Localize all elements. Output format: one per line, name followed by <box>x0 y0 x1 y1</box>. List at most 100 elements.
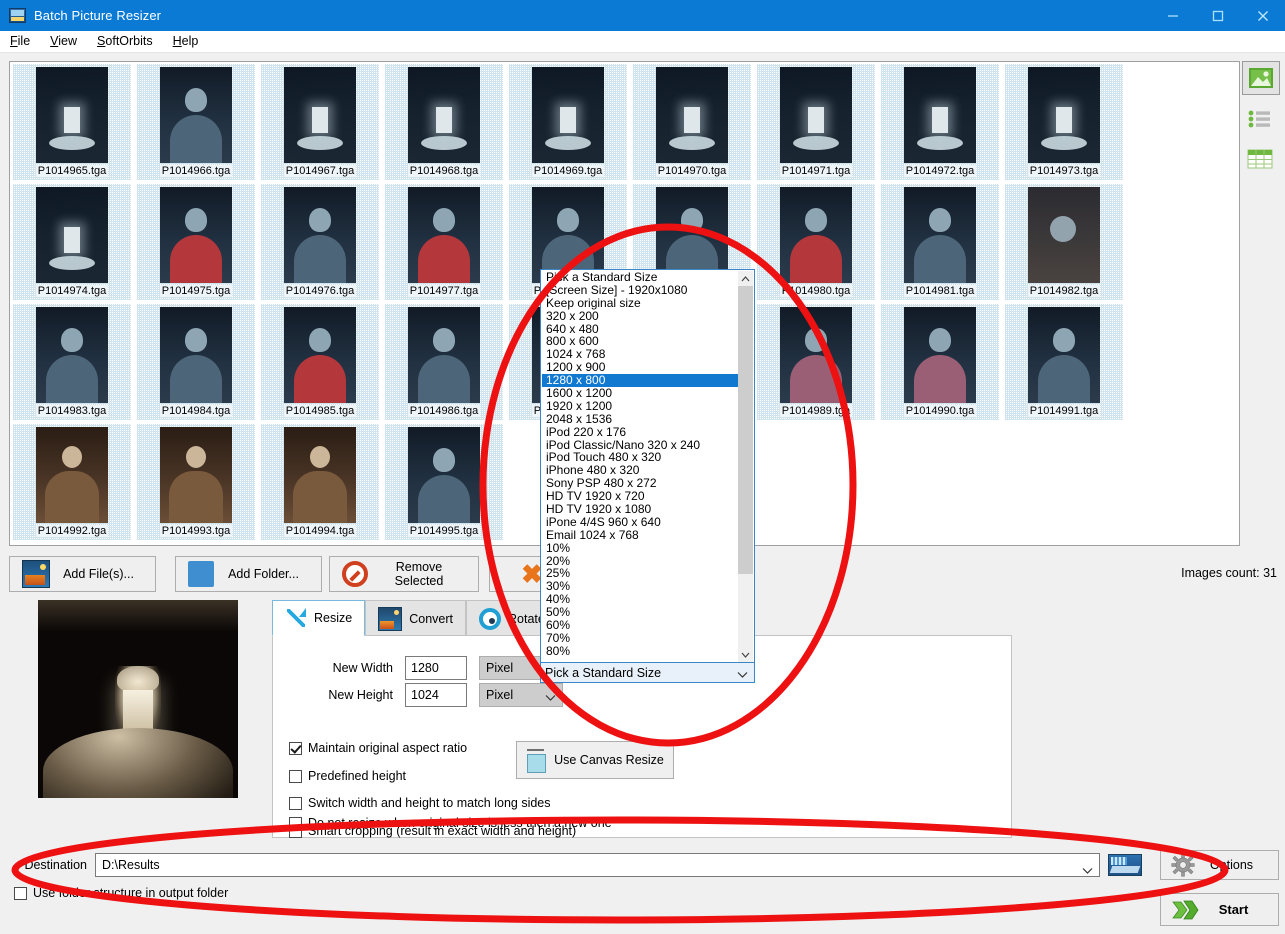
standard-size-combobox[interactable]: Pick a Standard Size <box>540 662 755 683</box>
thumbnail-item[interactable]: P1014974.tga <box>10 182 134 302</box>
thumbnail-item[interactable]: P1014966.tga <box>134 62 258 182</box>
thumbnail-item[interactable]: P1014994.tga <box>258 422 382 542</box>
dropdown-option[interactable]: 70% <box>542 632 740 645</box>
thumbnail-image <box>160 427 232 523</box>
checkbox-do-not-resize[interactable]: Do not resize when original size is less… <box>289 816 612 830</box>
thumbnail-item[interactable]: P1014965.tga <box>10 62 134 182</box>
thumbnail-item[interactable]: P1014973.tga <box>1002 62 1126 182</box>
thumbnail-item[interactable]: P1014975.tga <box>134 182 258 302</box>
maximize-button[interactable] <box>1195 0 1240 31</box>
thumbnail-item[interactable]: P1014971.tga <box>754 62 878 182</box>
menu-item-help[interactable]: Help <box>163 31 209 52</box>
checkbox-predefined-height[interactable]: Predefined height <box>289 769 406 783</box>
thumbnail-item[interactable]: P1014995.tga <box>382 422 506 542</box>
checkbox-maintain-aspect[interactable]: Maintain original aspect ratio <box>289 741 467 755</box>
thumbnail-caption: P1014993.tga <box>159 525 233 537</box>
dropdown-option[interactable]: 1600 x 1200 <box>542 387 740 400</box>
thumbnail-caption: P1014973.tga <box>1027 165 1101 177</box>
thumbnail-item[interactable]: P1014982.tga <box>1002 182 1126 302</box>
thumbnail-view-icon[interactable] <box>1242 61 1280 95</box>
dropdown-option[interactable]: Email 1024 x 768 <box>542 528 740 542</box>
dropdown-option[interactable]: HD TV 1920 x 1080 <box>542 503 740 516</box>
browse-folder-button[interactable] <box>1105 852 1145 878</box>
remove-selected-button[interactable]: Remove Selected <box>329 556 479 592</box>
new-height-input[interactable]: 1024 <box>405 683 467 707</box>
thumbnail-item[interactable]: P1014972.tga <box>878 62 1002 182</box>
scroll-down-icon[interactable] <box>738 647 753 662</box>
dropdown-option[interactable]: 320 x 200 <box>542 309 740 323</box>
dropdown-option[interactable]: 20% <box>542 554 740 568</box>
thumbnail-item[interactable]: P1014985.tga <box>258 302 382 422</box>
dropdown-option[interactable]: iPone 4/4S 960 x 640 <box>542 516 740 529</box>
add-folder-button[interactable]: Add Folder... <box>175 556 322 592</box>
thumbnail-caption: P1014966.tga <box>159 165 233 177</box>
image-preview <box>38 600 238 798</box>
new-width-input[interactable]: 1280 <box>405 656 467 680</box>
options-button[interactable]: Options <box>1160 850 1279 880</box>
thumbnail-item[interactable]: P1014983.tga <box>10 302 134 422</box>
menu-item-file[interactable]: File <box>0 31 40 52</box>
thumbnail-item[interactable]: P1014992.tga <box>10 422 134 542</box>
thumbnail-image <box>36 427 108 523</box>
checkbox-switch-dimensions[interactable]: Switch width and height to match long si… <box>289 796 551 810</box>
window-controls <box>1150 0 1285 31</box>
dropdown-option[interactable]: 40% <box>542 593 740 606</box>
dropdown-option[interactable]: iPod 220 x 176 <box>542 425 740 439</box>
add-files-button[interactable]: Add File(s)... <box>9 556 156 592</box>
thumbnail-item[interactable]: P1014980.tga <box>754 182 878 302</box>
thumbnail-caption: P1014974.tga <box>35 285 109 297</box>
details-view-icon[interactable] <box>1242 143 1278 175</box>
thumbnail-item[interactable]: P1014969.tga <box>506 62 630 182</box>
menu-item-view[interactable]: View <box>40 31 87 52</box>
tab-convert[interactable]: Convert <box>365 600 466 636</box>
thumbnail-image <box>284 427 356 523</box>
chevron-down-icon[interactable] <box>1082 860 1093 882</box>
new-height-unit-select[interactable]: Pixel <box>479 683 563 707</box>
list-view-icon[interactable] <box>1242 103 1278 135</box>
dropdown-option[interactable]: [Screen Size] - 1920x1080 <box>542 283 740 297</box>
dropdown-option[interactable]: 30% <box>542 580 740 593</box>
dropdown-option[interactable]: 50% <box>542 606 740 619</box>
dropdown-option[interactable]: 60% <box>542 619 740 632</box>
dropdown-option[interactable]: 25% <box>542 567 740 580</box>
thumbnail-caption: P1014965.tga <box>35 165 109 177</box>
thumbnail-image <box>1028 187 1100 283</box>
thumbnail-item[interactable]: P1014990.tga <box>878 302 1002 422</box>
thumbnail-image <box>904 67 976 163</box>
close-button[interactable] <box>1240 0 1285 31</box>
thumbnail-image <box>1028 307 1100 403</box>
start-button[interactable]: Start <box>1160 893 1279 926</box>
thumbnail-item[interactable]: P1014968.tga <box>382 62 506 182</box>
thumbnail-item[interactable]: P1014986.tga <box>382 302 506 422</box>
chevron-down-icon <box>545 691 556 705</box>
thumbnail-item[interactable]: P1014977.tga <box>382 182 506 302</box>
thumbnail-item[interactable]: P1014993.tga <box>134 422 258 542</box>
scrollbar-thumb[interactable] <box>738 286 753 574</box>
dropdown-option[interactable]: 10% <box>542 541 740 555</box>
new-width-row: New Width 1280 Pixel <box>303 656 563 680</box>
thumbnail-image <box>532 67 604 163</box>
dropdown-option[interactable]: Pick a Standard Size <box>542 271 740 284</box>
minimize-button[interactable] <box>1150 0 1195 31</box>
thumbnail-item[interactable]: P1014967.tga <box>258 62 382 182</box>
standard-size-dropdown-list[interactable]: Pick a Standard Size [Screen Size] - 1920… <box>540 269 755 664</box>
thumbnail-item[interactable]: P1014991.tga <box>1002 302 1126 422</box>
dropdown-option[interactable]: 2048 x 1536 <box>542 412 740 426</box>
thumbnail-item[interactable]: P1014984.tga <box>134 302 258 422</box>
menu-item-softorbits[interactable]: SoftOrbits <box>87 31 163 52</box>
checkbox-use-folder-structure[interactable]: Use folder structure in output folder <box>14 886 228 900</box>
use-canvas-resize-button[interactable]: Use Canvas Resize <box>516 741 674 779</box>
dropdown-scrollbar[interactable] <box>738 271 753 662</box>
destination-input[interactable]: D:\Results <box>95 853 1100 877</box>
dropdown-option[interactable]: Keep original size <box>542 296 740 310</box>
dropdown-option[interactable]: 1920 x 1200 <box>542 400 740 413</box>
scroll-up-icon[interactable] <box>738 271 753 286</box>
tab-resize[interactable]: Resize <box>272 600 366 636</box>
dropdown-option[interactable]: 80% <box>542 644 740 658</box>
thumbnail-item[interactable]: P1014976.tga <box>258 182 382 302</box>
thumbnail-item[interactable]: P1014981.tga <box>878 182 1002 302</box>
thumbnail-image <box>656 67 728 163</box>
thumbnail-item[interactable]: P1014989.tga <box>754 302 878 422</box>
thumbnail-item[interactable]: P1014970.tga <box>630 62 754 182</box>
thumbnail-image <box>904 307 976 403</box>
